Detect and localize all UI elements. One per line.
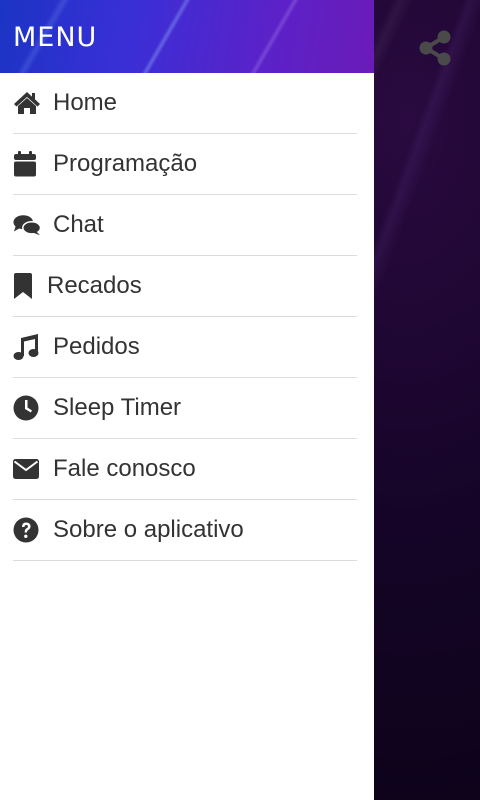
- drawer-title: MENU: [13, 22, 98, 53]
- share-button[interactable]: [412, 26, 458, 70]
- clock-icon: [13, 394, 41, 422]
- menu-item-label: Home: [53, 89, 118, 116]
- chat-icon: [13, 211, 41, 239]
- question-circle-icon: [13, 516, 41, 544]
- menu-item-label: Chat: [53, 211, 104, 238]
- navigation-drawer: MENU Home Programação Chat Recados Pedid…: [0, 0, 374, 800]
- menu-item-fale-conosco[interactable]: Fale conosco: [13, 439, 357, 500]
- menu-item-label: Sobre o aplicativo: [53, 516, 244, 543]
- menu-item-sobre[interactable]: Sobre o aplicativo: [13, 500, 357, 561]
- menu-item-label: Programação: [53, 150, 198, 177]
- menu-list: Home Programação Chat Recados Pedidos Sl…: [0, 73, 374, 561]
- menu-item-recados[interactable]: Recados: [13, 256, 357, 317]
- music-note-icon: [13, 333, 41, 361]
- menu-item-home[interactable]: Home: [13, 73, 357, 134]
- menu-item-label: Fale conosco: [53, 455, 196, 482]
- menu-item-label: Recados: [47, 272, 142, 299]
- home-icon: [13, 89, 41, 117]
- envelope-icon: [13, 455, 41, 483]
- menu-item-pedidos[interactable]: Pedidos: [13, 317, 357, 378]
- menu-item-sleep-timer[interactable]: Sleep Timer: [13, 378, 357, 439]
- bookmark-icon: [13, 272, 35, 300]
- menu-item-chat[interactable]: Chat: [13, 195, 357, 256]
- menu-item-label: Pedidos: [53, 333, 140, 360]
- menu-item-programacao[interactable]: Programação: [13, 134, 357, 195]
- drawer-header: MENU: [0, 0, 374, 73]
- share-icon: [419, 30, 451, 66]
- menu-item-label: Sleep Timer: [53, 394, 182, 421]
- calendar-icon: [13, 150, 41, 178]
